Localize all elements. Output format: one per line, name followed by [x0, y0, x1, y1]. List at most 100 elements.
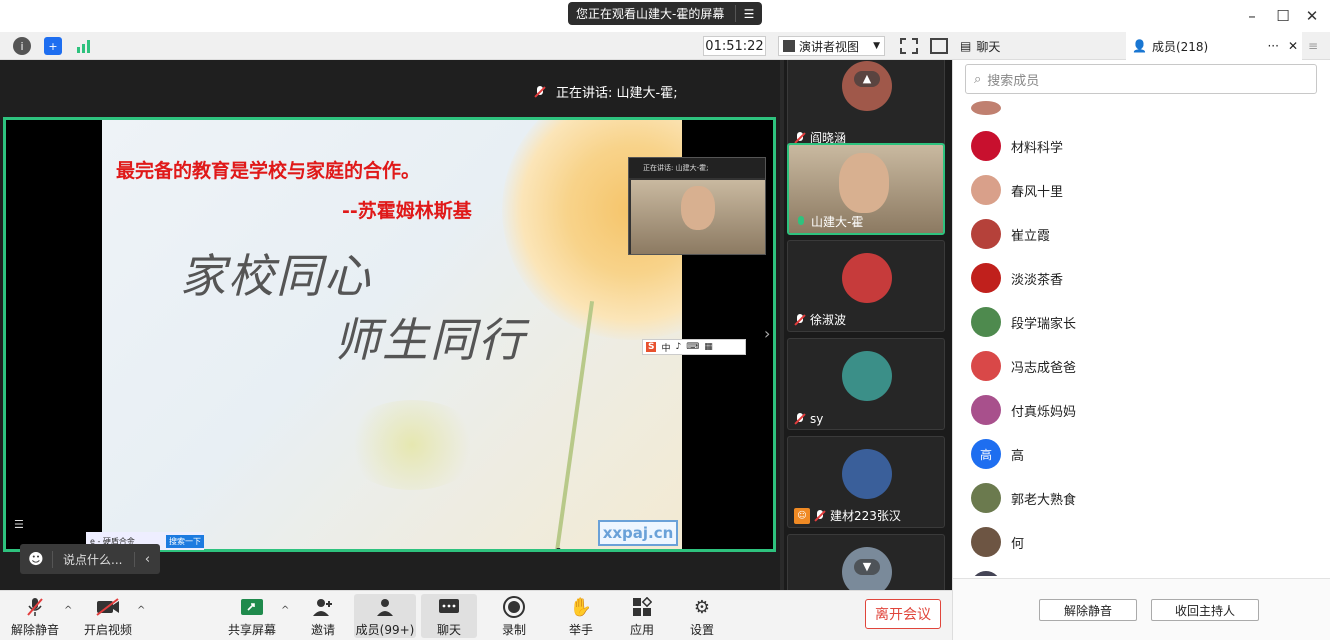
chat-icon	[437, 596, 461, 618]
record-button[interactable]: 录制	[486, 594, 542, 638]
info-icon[interactable]: i	[13, 37, 31, 55]
member-search[interactable]: ⌕ 搜索成员	[965, 64, 1317, 94]
tile-name: 山建大-霍	[795, 213, 863, 230]
muted-mic-icon	[534, 85, 546, 98]
participant-name: 山建大-霍	[811, 215, 864, 229]
video-tile[interactable]: 徐淑波	[787, 240, 945, 332]
avatar	[842, 351, 892, 401]
raise-hand-button[interactable]: ✋ 举手	[553, 594, 609, 638]
emoji-icon[interactable]: ☻	[20, 550, 52, 568]
video-tile[interactable]: ▼	[787, 534, 945, 590]
avatar	[971, 395, 1001, 425]
chevron-up-icon[interactable]: ^	[64, 605, 72, 616]
chevron-down-icon[interactable]: ▼	[854, 559, 880, 575]
button-label: 举手	[568, 623, 593, 637]
chevron-up-icon[interactable]: ^	[137, 605, 145, 616]
hand-icon: ✋	[569, 596, 593, 618]
presenter-thumbnail[interactable]: 正在讲话: 山建大-霍;	[628, 157, 766, 255]
invite-button[interactable]: 邀请	[295, 594, 351, 638]
list-icon[interactable]: ☰	[14, 518, 24, 531]
list-item[interactable]: 崔立霞	[971, 217, 1050, 251]
tile-name: sy	[794, 412, 823, 426]
video-tile-active[interactable]: 山建大-霍	[787, 143, 945, 235]
sharing-indicator[interactable]: 您正在观看山建大-霍的屏幕 ☰	[568, 2, 762, 25]
ime-item[interactable]: ▦	[704, 342, 713, 352]
fullscreen-icon[interactable]	[900, 38, 918, 54]
apps-button[interactable]: 应用	[614, 594, 670, 638]
member-name: 冯志成爸爸	[1011, 360, 1077, 376]
presentation-slide: 最完备的教育是学校与家庭的合作。 --苏霍姆林斯基 家校同心 师生同行 xxpa…	[102, 120, 682, 549]
chevron-up-icon[interactable]: ▲	[854, 71, 880, 87]
ime-toolbar[interactable]: S 中 ♪ ⌨ ▦	[642, 339, 746, 355]
ime-item[interactable]: ♪	[676, 342, 682, 352]
sidebar-icon[interactable]	[930, 38, 948, 54]
ime-item[interactable]: ⌨	[686, 342, 699, 352]
muted-mic-icon	[23, 596, 47, 618]
leaf-image	[342, 400, 482, 490]
chat-input-bar[interactable]: ☻ 说点什么... ‹	[20, 544, 160, 574]
maximize-icon[interactable]: ☐	[1272, 5, 1294, 27]
member-name: 高	[1011, 448, 1025, 464]
list-item[interactable]: 冯志成爸爸	[971, 349, 1076, 383]
list-item[interactable]: 付真烁妈妈	[971, 393, 1076, 427]
button-label: 录制	[501, 623, 526, 637]
list-item[interactable]: 高高	[971, 437, 1024, 471]
user-icon: ☺	[794, 507, 810, 524]
leave-meeting-button[interactable]: 离开会议	[865, 599, 941, 629]
video-tile[interactable]: ☺ 建材223张汉	[787, 436, 945, 528]
avatar	[971, 131, 1001, 161]
button-label: 开启视频	[83, 623, 132, 637]
avatar	[971, 219, 1001, 249]
list-item[interactable]: 春风十里	[971, 173, 1063, 207]
chevron-left-icon[interactable]: ‹	[134, 551, 160, 567]
reclaim-host-button[interactable]: 收回主持人	[1151, 599, 1259, 621]
slide-title-1: 家校同心	[180, 249, 372, 303]
button-label: 共享屏幕	[227, 623, 276, 637]
list-item[interactable]: 郭老大熟食	[971, 481, 1076, 515]
shield-icon[interactable]: +	[44, 37, 62, 55]
sogou-icon: S	[646, 342, 657, 352]
video-tile[interactable]: ▲ 阎晓涵	[787, 60, 945, 150]
chevron-up-icon[interactable]: ^	[281, 605, 289, 616]
close-icon[interactable]: ✕	[1301, 5, 1323, 27]
view-mode-label: 演讲者视图	[799, 39, 860, 54]
share-screen-button[interactable]: 共享屏幕	[224, 594, 280, 638]
member-name: 付真烁妈妈	[1011, 404, 1077, 420]
button-label: 邀请	[310, 623, 335, 637]
list-item[interactable]: 材料科学	[971, 129, 1063, 163]
chat-input[interactable]: 说点什么...	[52, 550, 134, 568]
close-icon[interactable]: ✕	[1284, 39, 1302, 53]
muted-mic-icon	[814, 509, 826, 522]
view-mode-select[interactable]: 演讲者视图 ▼	[778, 36, 885, 56]
tab-chat[interactable]: ▤ 聊天	[956, 32, 1126, 60]
members-button[interactable]: 成员(99+)	[354, 594, 416, 638]
more-icon[interactable]: ···	[1267, 39, 1278, 53]
avatar	[971, 175, 1001, 205]
gear-icon: ⚙	[693, 596, 711, 618]
settings-button[interactable]: ⚙ 设置	[674, 594, 730, 638]
video-tile[interactable]: sy	[787, 338, 945, 430]
list-icon[interactable]: ☰	[736, 7, 762, 21]
list-item[interactable]: 淡淡茶香	[971, 261, 1063, 295]
flower-stem	[553, 300, 595, 549]
chevron-right-icon[interactable]: ›	[764, 324, 770, 343]
share-screen-icon	[240, 596, 264, 618]
list-item[interactable]	[971, 569, 1001, 576]
list-item[interactable]: 段学瑞家长	[971, 305, 1076, 339]
sharing-text: 您正在观看山建大-霍的屏幕	[576, 7, 725, 21]
menu-icon[interactable]: ≡	[1308, 32, 1328, 60]
tile-name: ☺ 建材223张汉	[794, 507, 901, 524]
chat-button[interactable]: 聊天	[421, 594, 477, 638]
member-name: 何	[1011, 536, 1025, 552]
tab-members[interactable]: 👤 成员(218) ··· ✕	[1126, 32, 1302, 60]
muted-mic-icon	[794, 313, 806, 326]
unmute-button[interactable]: 解除静音	[7, 594, 63, 638]
start-video-button[interactable]: 开启视频	[80, 594, 136, 638]
unmute-all-button[interactable]: 解除静音	[1039, 599, 1137, 621]
ime-item[interactable]: 中	[661, 341, 670, 354]
signal-icon[interactable]	[75, 37, 93, 55]
taskbar-search: 搜索一下	[166, 534, 204, 548]
member-list: 材料科学 春风十里 崔立霞 淡淡茶香 段学瑞家长 冯志成爸爸 付真烁妈妈 高高 …	[953, 100, 1330, 576]
minimize-icon[interactable]: –	[1241, 5, 1263, 27]
list-item[interactable]: 何	[971, 525, 1024, 559]
